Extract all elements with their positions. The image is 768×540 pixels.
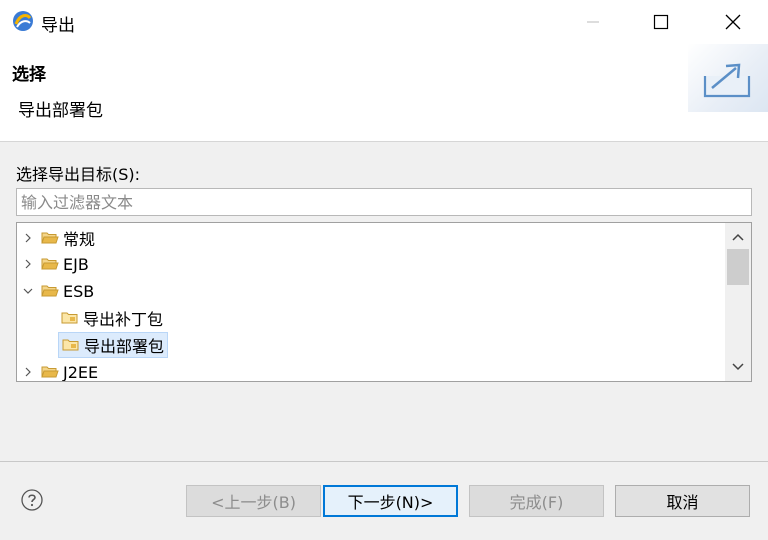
title-bar: 导出 — [0, 0, 768, 44]
maximize-button[interactable] — [638, 0, 684, 44]
tree-item-general[interactable]: 常规 — [21, 225, 95, 251]
close-button[interactable] — [710, 0, 756, 44]
minimize-icon — [587, 21, 599, 23]
next-button[interactable]: 下一步(N)> — [323, 485, 458, 517]
help-icon — [21, 489, 43, 511]
select-target-label: 选择导出目标(S): — [16, 165, 141, 184]
minimize-button[interactable] — [570, 0, 616, 44]
cancel-button[interactable]: 取消 — [615, 485, 750, 517]
page-title: 选择 — [12, 65, 46, 85]
footer-divider — [0, 461, 768, 462]
tree-item-esb[interactable]: ESB — [21, 278, 94, 304]
close-icon — [725, 14, 741, 30]
tree-item-label: 导出部署包 — [84, 337, 165, 356]
chevron-right-icon[interactable] — [21, 231, 35, 245]
export-icon — [703, 63, 751, 98]
vertical-scrollbar[interactable] — [725, 223, 751, 381]
open-folder-icon — [41, 285, 59, 297]
tree-item-label: J2EE — [63, 362, 99, 382]
tree-item-label: 常规 — [63, 230, 96, 249]
chevron-down-icon — [732, 363, 744, 371]
finish-button[interactable]: 完成(F) — [469, 485, 604, 517]
window-title: 导出 — [41, 16, 75, 36]
package-folder-icon — [61, 312, 78, 324]
open-folder-icon — [41, 232, 59, 244]
chevron-up-icon — [732, 233, 744, 241]
tree-item-export-deploy[interactable]: 导出部署包 — [58, 332, 169, 358]
filter-input[interactable] — [16, 188, 752, 216]
scroll-up-button[interactable] — [725, 225, 751, 249]
scroll-down-button[interactable] — [725, 355, 751, 379]
package-folder-icon — [62, 339, 79, 351]
chevron-down-icon[interactable] — [21, 284, 35, 298]
open-folder-icon — [41, 258, 59, 270]
chevron-right-icon[interactable] — [21, 365, 35, 379]
tree-item-export-patch[interactable]: 导出补丁包 — [58, 305, 166, 331]
wizard-header: 选择 导出部署包 — [0, 44, 768, 142]
export-target-tree[interactable]: 常规 EJB ESB 导出补丁包 导出部署包 J2EE — [16, 222, 752, 382]
app-logo-icon — [13, 11, 33, 31]
tree-item-ejb[interactable]: EJB — [21, 251, 89, 277]
tree-item-label: 导出补丁包 — [83, 310, 164, 329]
tree-item-label: ESB — [63, 281, 95, 301]
help-button[interactable] — [20, 488, 44, 512]
maximize-icon — [653, 14, 669, 30]
scrollbar-thumb[interactable] — [727, 249, 749, 285]
export-banner — [688, 44, 768, 112]
open-folder-icon — [41, 366, 59, 378]
chevron-right-icon[interactable] — [21, 257, 35, 271]
tree-item-label: EJB — [63, 254, 89, 274]
page-description: 导出部署包 — [18, 101, 103, 121]
tree-item-j2ee[interactable]: J2EE — [21, 359, 99, 382]
back-button[interactable]: <上一步(B) — [186, 485, 321, 517]
